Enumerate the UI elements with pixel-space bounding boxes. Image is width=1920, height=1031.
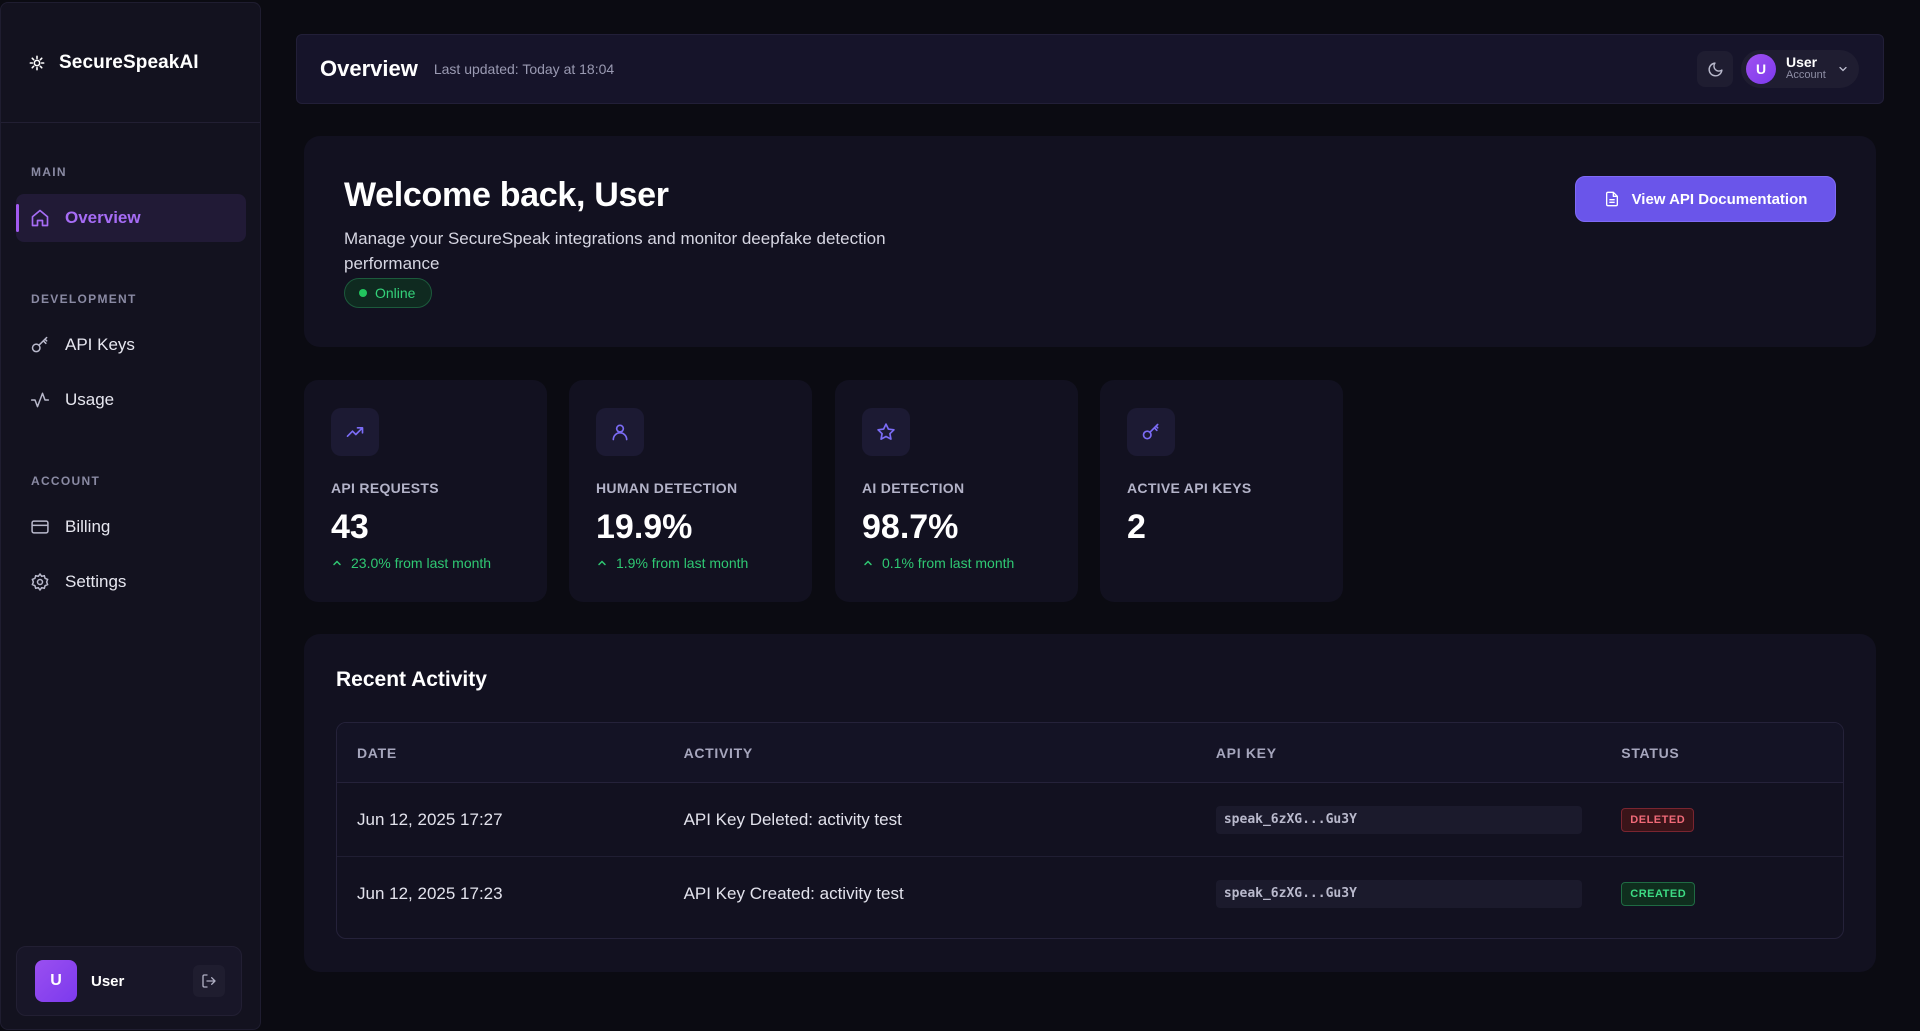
- welcome-title: Welcome back, User: [344, 176, 669, 214]
- stat-value: 19.9%: [596, 508, 693, 546]
- home-icon: [31, 209, 49, 227]
- account-name: User: [1786, 54, 1818, 70]
- sidebar-item-usage[interactable]: Usage: [16, 376, 246, 424]
- chevron-up-icon: [864, 560, 872, 566]
- recent-activity-card: Recent Activity DATE ACTIVITY API KEY ST…: [304, 634, 1876, 972]
- stat-card-active-api-keys: ACTIVE API KEYS 2: [1100, 380, 1343, 602]
- api-key-chip: speak_6zXG...Gu3Y: [1215, 880, 1582, 908]
- sidebar-item-label: Settings: [65, 572, 127, 591]
- sidebar-item-label: Overview: [65, 208, 141, 227]
- table-row[interactable]: Jun 12, 2025 17:23 API Key Created: acti…: [337, 857, 1843, 931]
- user-icon: [612, 424, 628, 441]
- key-icon: [31, 336, 48, 353]
- sidebar-user-name: User: [91, 972, 125, 990]
- brand[interactable]: SecureSpeakAI: [1, 3, 260, 123]
- nav-section-development: DEVELOPMENT: [31, 292, 137, 306]
- stat-change: 1.9% from last month: [596, 555, 748, 571]
- chevron-up-icon: [333, 560, 341, 566]
- logout-button[interactable]: [193, 965, 225, 997]
- logout-icon: [202, 974, 216, 988]
- activity-icon: [30, 392, 50, 408]
- table-header: DATE ACTIVITY API KEY STATUS: [337, 723, 1843, 783]
- chevron-up-icon: [598, 560, 606, 566]
- view-api-docs-button[interactable]: View API Documentation: [1575, 176, 1836, 222]
- stat-label: API REQUESTS: [331, 480, 439, 496]
- section-title: Recent Activity: [336, 668, 487, 691]
- theme-toggle-button[interactable]: [1697, 51, 1733, 87]
- credit-card-icon: [31, 520, 49, 534]
- top-header: Overview Last updated: Today at 18:04 U …: [296, 34, 1884, 104]
- stat-card-api-requests: API REQUESTS 43 23.0% from last month: [304, 380, 547, 602]
- column-header-activity[interactable]: ACTIVITY: [684, 745, 1216, 761]
- api-key-chip: speak_6zXG...Gu3Y: [1215, 805, 1582, 834]
- chevron-down-icon: [1839, 66, 1847, 72]
- stat-value: 98.7%: [862, 508, 959, 546]
- account-menu[interactable]: U User Account: [1741, 50, 1859, 88]
- sidebar-item-api-keys[interactable]: API Keys: [16, 321, 246, 369]
- stat-value: 43: [331, 508, 369, 546]
- status-badge: Online: [344, 278, 433, 308]
- status-text: Online: [375, 285, 416, 301]
- table-row[interactable]: Jun 12, 2025 17:27 API Key Deleted: acti…: [337, 783, 1843, 857]
- welcome-card: Welcome back, User Manage your SecureSpe…: [304, 136, 1876, 347]
- stat-change: 23.0% from last month: [331, 555, 491, 571]
- sidebar-item-settings[interactable]: Settings: [16, 558, 246, 606]
- sidebar-item-overview[interactable]: Overview: [16, 194, 246, 242]
- welcome-description: Manage your SecureSpeak integrations and…: [344, 229, 886, 273]
- stat-card-ai-detection: AI DETECTION 98.7% 0.1% from last month: [835, 380, 1078, 602]
- stat-change: 0.1% from last month: [862, 555, 1014, 571]
- docs-button-label: View API Documentation: [1631, 190, 1808, 208]
- sidebar-item-label: API Keys: [65, 335, 135, 354]
- sidebar-user: U User: [16, 946, 242, 1016]
- column-header-date[interactable]: DATE: [337, 745, 684, 761]
- trending-up-icon: [346, 427, 364, 437]
- column-header-status[interactable]: STATUS: [1621, 745, 1843, 761]
- avatar: U: [1746, 54, 1776, 84]
- cell-date: Jun 12, 2025 17:27: [357, 809, 503, 829]
- sidebar-item-label: Usage: [65, 390, 115, 409]
- activity-table: DATE ACTIVITY API KEY STATUS Jun 12, 202…: [336, 722, 1844, 939]
- sidebar-item-billing[interactable]: Billing: [16, 503, 246, 551]
- gear-icon: [31, 572, 49, 592]
- status-dot-icon: [359, 289, 367, 297]
- cell-activity: API Key Deleted: activity test: [683, 809, 902, 829]
- sidebar-item-label: Billing: [65, 517, 111, 536]
- gear-logo-icon: [29, 55, 45, 70]
- cell-date: Jun 12, 2025 17:23: [357, 884, 503, 903]
- nav-section-main: MAIN: [31, 165, 67, 179]
- avatar[interactable]: U: [35, 960, 77, 1002]
- stat-value: 2: [1127, 508, 1146, 546]
- column-header-api-key[interactable]: API KEY: [1216, 745, 1621, 761]
- key-icon: [1142, 423, 1159, 440]
- moon-icon: [1708, 61, 1723, 76]
- stat-card-human-detection: HUMAN DETECTION 19.9% 1.9% from last mon…: [569, 380, 812, 602]
- status-badge: CREATED: [1621, 882, 1696, 906]
- last-updated: Last updated: Today at 18:04: [433, 61, 615, 77]
- page-title: Overview: [320, 56, 418, 81]
- account-subtitle: Account: [1786, 69, 1826, 81]
- star-icon: [877, 423, 895, 440]
- document-icon: [1605, 191, 1618, 207]
- cell-activity: API Key Created: activity test: [683, 884, 904, 903]
- brand-name: SecureSpeakAI: [59, 51, 199, 73]
- nav-section-account: ACCOUNT: [31, 474, 101, 488]
- stat-label: AI DETECTION: [862, 480, 965, 496]
- stat-label: ACTIVE API KEYS: [1127, 480, 1252, 496]
- status-badge: DELETED: [1621, 807, 1695, 832]
- sidebar: SecureSpeakAI MAIN Overview DEVELOPMENT …: [0, 2, 261, 1030]
- stat-label: HUMAN DETECTION: [596, 480, 738, 496]
